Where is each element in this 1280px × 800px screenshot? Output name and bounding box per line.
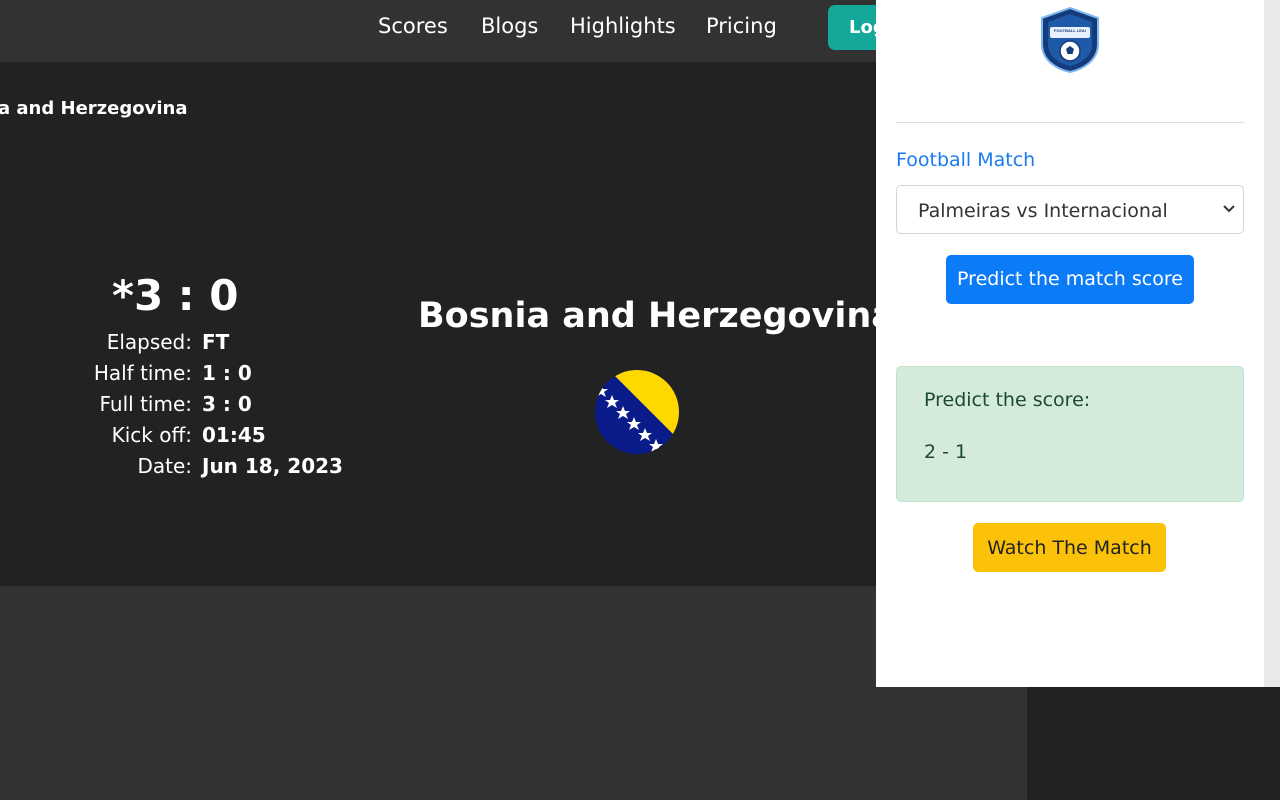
detail-value: 01:45: [202, 423, 266, 447]
detail-value: FT: [202, 330, 229, 354]
logo-text: FOOTBALL LEAGUE: [1054, 29, 1086, 33]
match-select[interactable]: Palmeiras vs Internacional: [896, 185, 1244, 234]
detail-row-elapsed: Elapsed:: [0, 330, 192, 356]
detail-value: Jun 18, 2023: [202, 454, 343, 478]
detail-label: Full time:: [100, 392, 192, 416]
chevron-down-icon: [1221, 199, 1237, 219]
watch-match-button[interactable]: Watch The Match: [973, 523, 1166, 572]
football-match-label: Football Match: [896, 149, 1035, 171]
detail-value: 1 : 0: [202, 361, 252, 385]
detail-label: Date:: [137, 454, 192, 478]
team-name: Bosnia and Herzegovina: [418, 296, 895, 336]
detail-row-half-time: Half time:: [0, 361, 192, 387]
football-league-logo: [1036, 6, 1104, 74]
prediction-result-title: Predict the score:: [924, 389, 1090, 411]
detail-row-kick-off: Kick off:: [0, 423, 192, 449]
predict-score-button[interactable]: Predict the match score: [946, 255, 1194, 304]
bosnia-flag-icon: [595, 370, 679, 454]
detail-label: Half time:: [94, 361, 192, 385]
divider: [896, 122, 1244, 123]
team-name-small: nia and Herzegovina: [0, 98, 187, 119]
nav-pricing[interactable]: Pricing: [706, 14, 777, 38]
detail-value: 3 : 0: [202, 392, 252, 416]
nav-blogs[interactable]: Blogs: [481, 14, 538, 38]
detail-label: Elapsed:: [107, 330, 192, 354]
detail-row-full-time: Full time:: [0, 392, 192, 418]
popup-scrollbar[interactable]: [1264, 0, 1280, 687]
prediction-result-value: 2 - 1: [924, 441, 967, 463]
prediction-result: Predict the score: 2 - 1: [896, 366, 1244, 502]
nav-highlights[interactable]: Highlights: [570, 14, 676, 38]
match-score: *3 : 0: [112, 271, 238, 320]
detail-row-date: Date:: [0, 454, 192, 480]
detail-label: Kick off:: [112, 423, 192, 447]
match-select-value: Palmeiras vs Internacional: [918, 200, 1168, 222]
prediction-popup: FOOTBALL LEAGUE Football Match Palmeiras…: [876, 0, 1265, 687]
nav-scores[interactable]: Scores: [378, 14, 448, 38]
